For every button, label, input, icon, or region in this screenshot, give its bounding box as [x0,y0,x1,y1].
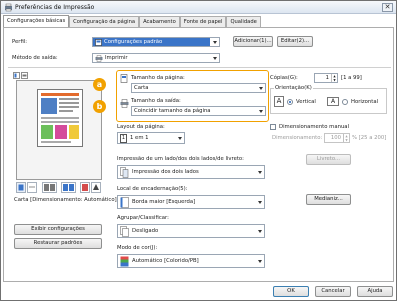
preview-options-icons[interactable] [16,182,102,193]
layout-label: Layout da página: [117,124,165,130]
booklet-button[interactable]: Livreto... [306,154,351,165]
tab-paper-source[interactable]: Fonte de papel [179,16,227,27]
help-button[interactable]: Ajuda [357,286,393,297]
collate-label: Agrupar/Classificar: [117,215,169,221]
chevron-down-icon [258,171,262,174]
chevron-down-icon [258,260,262,263]
gutter-button[interactable]: Medianiz... [306,194,351,205]
landscape-radio[interactable] [342,99,348,105]
callout-b-badge: b [93,100,106,113]
tab-quality[interactable]: Qualidade [226,16,261,27]
portrait-icon: A [274,96,284,107]
basic-settings-panel: Perfil: Configurações padrão Adicionar(1… [3,27,394,282]
collate-icon [120,225,129,237]
duplex-value: Impressão dos dois lados [132,169,199,175]
printer-icon [5,3,12,12]
copies-value: 1 [325,75,329,81]
copies-label: Cópias(G): [270,75,298,81]
tab-page-setup[interactable]: Configuração da página [69,16,140,27]
chevron-down-icon [258,201,262,204]
add-profile-button[interactable]: Adicionar(1)... [233,36,273,47]
preview-caption: Carta [Dimensionamento: Automático] [14,197,117,203]
close-icon: ✕ [384,3,391,11]
layout-select[interactable]: 1 1 em 1 [117,132,185,144]
binding-select[interactable]: Borda maior [Esquerda] [117,195,265,209]
printing-preferences-window: Preferências de Impressão ✕ Configuraçõe… [0,0,397,301]
duplex-icon [120,166,129,178]
spin-arrows-icon[interactable]: ▲ ▼ [343,134,349,142]
portrait-label: Vertical [296,99,316,105]
collate-value: Desligado [132,228,159,234]
color-mode-value: Automático [Colorido/PB] [132,258,199,264]
output-method-select[interactable]: Imprimir [92,53,220,63]
chevron-down-icon [258,230,262,233]
output-method-value: Imprimir [105,55,128,61]
preview-mode-icons[interactable] [13,72,29,79]
copies-spinner[interactable]: 1 ▲ ▼ [314,73,338,83]
page-size-select[interactable]: Carta [131,83,266,93]
tab-strip: Configurações básicas Configuração da pá… [3,15,261,27]
profile-label: Perfil: [12,39,28,45]
page-preview [16,80,102,180]
profile-select[interactable]: Configurações padrão [92,37,220,47]
color-mode-icon [120,256,129,266]
page-size-icon [120,74,128,83]
landscape-icon: A [327,97,339,106]
preview-page-image [37,89,83,147]
scaling-range: % [25 a 200] [352,135,387,141]
color-mode-select[interactable]: Automático [Colorido/PB] [117,254,265,268]
duplex-label: Impressão de um lado/dos dois lados/de l… [117,156,244,162]
callout-a-badge: a [93,78,106,91]
binding-label: Local de encadernação(5): [117,186,188,192]
chevron-down-icon [178,137,182,140]
binding-edge-icon [120,196,129,208]
output-size-value: Coincidir tamanho da página [134,108,211,114]
duplex-select[interactable]: Impressão dos dois lados [117,165,265,179]
layout-page-icon: 1 [120,133,127,143]
title-bar: Preferências de Impressão ✕ [1,1,396,14]
portrait-radio[interactable] [287,99,293,105]
tab-basic-settings[interactable]: Configurações básicas [3,15,70,27]
printer-output-icon [95,54,103,62]
cancel-button[interactable]: Cancelar [315,286,351,297]
page-size-label: Tamanho da página: [131,75,185,81]
landscape-label: Horizontal [351,99,379,105]
view-settings-button[interactable]: Exibir configurações [14,224,102,235]
profile-value: Configurações padrão [104,39,163,45]
color-mode-label: Modo de cor(J): [117,245,158,251]
page-size-value: Carta [134,85,149,91]
tab-finishing[interactable]: Acabamento [139,16,180,27]
spin-arrows-icon[interactable]: ▲ ▼ [331,74,337,82]
close-button[interactable]: ✕ [382,3,393,12]
manual-scaling-label: Dimensionamento manual [279,124,350,130]
restore-defaults-button[interactable]: Restaurar padrões [14,238,102,249]
orientation-label: Orientação(K) [274,85,313,91]
scaling-spinner[interactable]: 100 ▲ ▼ [324,133,350,143]
copies-range: [1 a 99] [341,75,362,81]
edit-profile-button[interactable]: Editar(2)... [277,36,313,47]
layout-value: 1 em 1 [130,135,149,141]
output-size-label: Tamanho da saída: [131,98,181,104]
output-size-select[interactable]: Coincidir tamanho da página [131,106,266,116]
binding-value: Borda maior [Esquerda] [132,199,196,205]
output-size-icon [120,99,129,108]
chevron-down-icon [213,41,217,44]
output-method-label: Método de saída: [12,55,58,61]
window-title: Preferências de Impressão [15,4,95,11]
scaling-field-label: Dimensionamento: [272,135,323,141]
chevron-down-icon [213,57,217,60]
manual-scaling-checkbox[interactable] [270,124,276,130]
scaling-value: 100 [330,135,341,141]
collate-select[interactable]: Desligado [117,224,265,238]
chevron-down-icon [259,87,263,90]
profile-icon [95,38,102,46]
chevron-down-icon [259,110,263,113]
separator [8,67,391,68]
ok-button[interactable]: OK [273,286,309,297]
